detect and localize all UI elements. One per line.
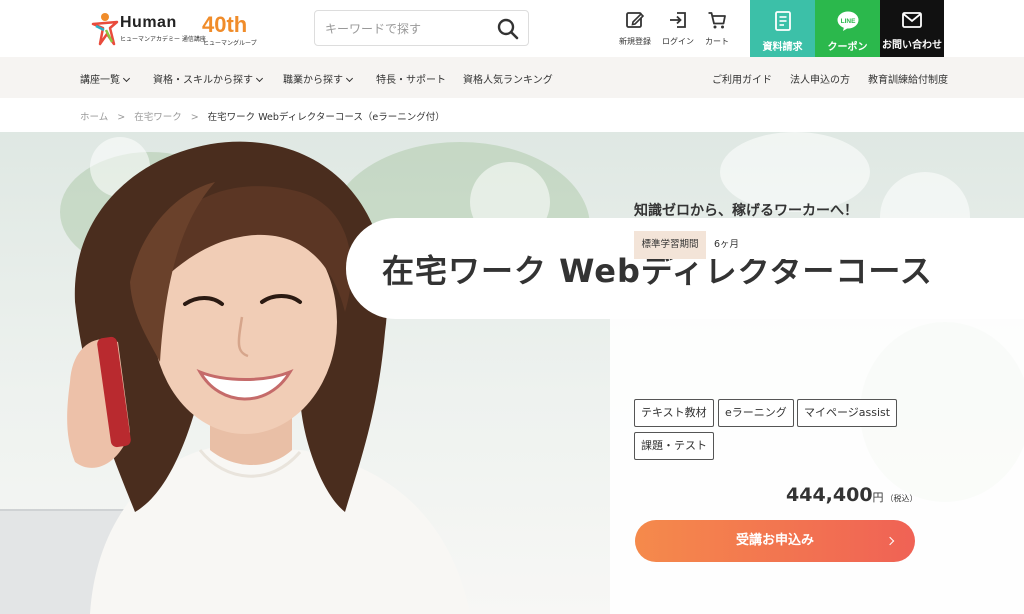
edit-icon [626, 12, 645, 28]
cart-icon [708, 12, 726, 29]
chevron-down-icon [345, 74, 354, 83]
human-figure-icon [91, 13, 119, 46]
breadcrumb-separator: > [117, 112, 126, 123]
apply-button-label: 受講お申込み [735, 533, 814, 548]
chevron-down-icon [122, 74, 131, 83]
course-price: 444,400円 （税込） [786, 484, 918, 506]
login-label: ログイン [662, 37, 694, 46]
price-unit: 円 [872, 491, 884, 504]
nav-course-list[interactable]: 講座一覧 [80, 71, 131, 86]
breadcrumb-category[interactable]: 在宅ワーク [134, 112, 182, 123]
apply-button[interactable]: 受講お申込み [635, 520, 915, 562]
study-period-value: 6ヶ月 [714, 239, 740, 250]
feature-tag: マイページassist [797, 399, 898, 427]
feature-tag: eラーニング [718, 399, 794, 427]
nav-benefit[interactable]: 教育訓練給付制度 [868, 71, 948, 86]
contact-button[interactable]: お問い合わせ [880, 0, 944, 57]
course-catchphrase: 知識ゼロから、稼げるワーカーへ！ [634, 203, 858, 219]
anniversary-sub: ヒューマングループ [203, 40, 257, 47]
nav-corporate[interactable]: 法人申込の方 [790, 71, 850, 86]
price-amount: 444,400 [786, 484, 873, 506]
document-request-label: 資料請求 [762, 42, 803, 53]
cart-label: カート [705, 37, 729, 46]
breadcrumb-separator: > [190, 112, 199, 123]
coupon-label: クーポン [827, 42, 868, 53]
nav-features[interactable]: 特長・サポート [376, 71, 446, 86]
breadcrumb: ホーム > 在宅ワーク > 在宅ワーク Webディレクターコース（eラーニング付） [80, 109, 445, 123]
search-box [314, 10, 529, 46]
nav-guide[interactable]: ご利用ガイド [712, 71, 772, 86]
nav-search-by-skill-label: 資格・スキルから探す [153, 75, 253, 86]
logo-brand: Human [120, 14, 177, 31]
document-icon [774, 11, 791, 31]
logo-brand-sub: ヒューマンアカデミー 通信講座 [120, 36, 206, 43]
anniversary-mark: 40th [202, 12, 248, 37]
study-period: 標準学習期間 6ヶ月 [634, 231, 915, 259]
hero-photo-woman [0, 141, 470, 614]
chevron-down-icon [255, 74, 264, 83]
nav-search-by-skill[interactable]: 資格・スキルから探す [153, 71, 264, 86]
coupon-button[interactable]: LINE クーポン [815, 0, 880, 57]
study-period-label: 標準学習期間 [634, 231, 706, 259]
breadcrumb-home[interactable]: ホーム [80, 112, 108, 123]
search-icon[interactable] [496, 17, 520, 41]
document-request-button[interactable]: 資料請求 [750, 0, 815, 57]
contact-label: お問い合わせ [882, 40, 942, 51]
site-logo[interactable]: Human ヒューマンアカデミー 通信講座 40th ヒューマングループ [90, 10, 260, 48]
line-icon: LINE [837, 11, 858, 31]
nav-search-by-job-label: 職業から探す [283, 75, 343, 86]
login-icon [670, 12, 686, 28]
feature-tag: 課題・テスト [634, 432, 714, 460]
register-label: 新規登録 [619, 37, 651, 46]
nav-search-by-job[interactable]: 職業から探す [283, 71, 354, 86]
nav-ranking[interactable]: 資格人気ランキング [463, 71, 553, 86]
mail-icon [902, 12, 922, 28]
site-header: Human ヒューマンアカデミー 通信講座 40th ヒューマングループ 新規登… [0, 0, 1024, 57]
login-link[interactable]: ログイン [658, 8, 698, 50]
breadcrumb-current: 在宅ワーク Webディレクターコース（eラーニング付） [207, 112, 445, 123]
cart-link[interactable]: カート [697, 8, 737, 50]
line-badge-text: LINE [840, 18, 855, 25]
nav-course-list-label: 講座一覧 [80, 75, 120, 86]
global-nav: 講座一覧 資格・スキルから探す 職業から探す 特長・サポート 資格人気ランキング… [0, 57, 1024, 98]
search-input[interactable] [325, 19, 485, 39]
register-link[interactable]: 新規登録 [615, 8, 655, 50]
course-info-panel [610, 319, 1024, 614]
feature-tag: テキスト教材 [634, 399, 714, 427]
price-tax: （税込） [885, 494, 918, 503]
